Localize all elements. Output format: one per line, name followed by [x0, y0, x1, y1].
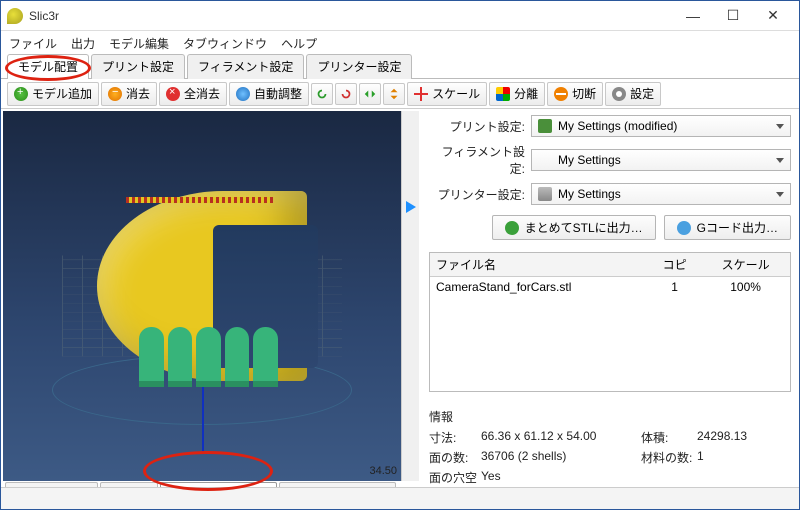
split-label: 分離 [514, 85, 538, 102]
plus-icon [14, 87, 28, 101]
info-header: 情報 [429, 408, 791, 425]
clear-icon [166, 87, 180, 101]
filament-settings-value: My Settings [558, 153, 621, 167]
add-model-label: モデル追加 [32, 85, 92, 102]
print-settings-value: My Settings (modified) [558, 119, 677, 133]
print-settings-select[interactable]: My Settings (modified) [531, 115, 791, 137]
settings-label: 設定 [630, 85, 654, 102]
main-tabs: モデル配置 プリント設定 フィラメント設定 プリンター設定 [1, 55, 799, 79]
materials-label: 材料の数: [641, 449, 697, 466]
dims-value: 66.36 x 61.12 x 54.00 [481, 429, 641, 446]
menu-edit-model[interactable]: モデル編集 [109, 35, 169, 52]
toolbar: モデル追加 消去 全消去 自動調整 スケール 分離 切断 設定 [1, 79, 799, 109]
titlebar: Slic3r — ☐ ✕ [1, 1, 799, 31]
printer-settings-value: My Settings [558, 187, 621, 201]
maximize-button[interactable]: ☐ [713, 2, 753, 30]
cell-file: CameraStand_forCars.stl [430, 277, 648, 298]
export-stl-label: まとめてSTLに出力… [525, 219, 643, 236]
auto-icon [236, 87, 250, 101]
mirror-x-button[interactable] [359, 83, 381, 105]
volume-label: 体積: [641, 429, 697, 446]
minimize-button[interactable]: — [673, 2, 713, 30]
cut-label: 切断 [572, 85, 596, 102]
window-title: Slic3r [29, 9, 673, 23]
dims-label: 寸法: [429, 429, 481, 446]
layer-slider[interactable] [401, 111, 419, 481]
model-table[interactable]: ファイル名 コピ スケール CameraStand_forCars.stl 1 … [429, 252, 791, 392]
volume-value: 24298.13 [697, 429, 791, 446]
auto-arrange-button[interactable]: 自動調整 [229, 82, 309, 106]
cut-button[interactable]: 切断 [547, 82, 603, 106]
scale-icon [414, 87, 428, 101]
model-preview [97, 191, 307, 381]
menubar: ファイル 出力 モデル編集 タブウィンドウ ヘルプ [1, 31, 799, 55]
auto-label: 自動調整 [254, 85, 302, 102]
settings-button[interactable]: 設定 [605, 82, 661, 106]
gear-icon [612, 87, 626, 101]
left-pane: 34.50 3Dモデル配置 2D配置 3D造形プレビュー 2D造形プレビュー [1, 109, 421, 509]
materials-value: 1 [697, 449, 791, 466]
table-row[interactable]: CameraStand_forCars.stl 1 100% [430, 277, 790, 298]
filament-settings-select[interactable]: My Settings [531, 149, 791, 171]
cell-copies: 1 [648, 277, 701, 298]
export-stl-icon [505, 221, 519, 235]
menu-help[interactable]: ヘルプ [281, 35, 317, 52]
print-settings-label: プリント設定: [429, 118, 525, 135]
add-model-button[interactable]: モデル追加 [7, 82, 99, 106]
split-icon [496, 87, 510, 101]
app-icon [7, 8, 23, 24]
export-gcode-label: Gコード出力… [697, 219, 778, 236]
content: 34.50 3Dモデル配置 2D配置 3D造形プレビュー 2D造形プレビュー プ… [1, 109, 799, 509]
export-stl-button[interactable]: まとめてSTLに出力… [492, 215, 656, 240]
clear-label: 全消去 [184, 85, 220, 102]
split-button[interactable]: 分離 [489, 82, 545, 106]
tab-print-settings[interactable]: プリント設定 [91, 54, 185, 79]
faces-label: 面の数: [429, 449, 481, 466]
tab-model-layout[interactable]: モデル配置 [7, 54, 89, 79]
cell-scale: 100% [701, 277, 790, 298]
z-value-label: 34.50 [369, 465, 397, 477]
printer-settings-select[interactable]: My Settings [531, 183, 791, 205]
printer-icon [538, 187, 552, 201]
scale-label: スケール [432, 85, 480, 102]
3d-viewport[interactable]: 34.50 [3, 111, 401, 481]
tab-filament-settings[interactable]: フィラメント設定 [187, 54, 304, 79]
statusbar [1, 487, 799, 509]
tab-printer-settings[interactable]: プリンター設定 [306, 54, 412, 79]
clear-all-button[interactable]: 全消去 [159, 82, 227, 106]
preset-icon [538, 119, 552, 133]
printer-settings-label: プリンター設定: [429, 186, 525, 203]
col-file[interactable]: ファイル名 [430, 253, 648, 277]
rotate-cw-button[interactable] [335, 83, 357, 105]
right-panel: プリント設定: My Settings (modified) フィラメント設定:… [421, 109, 799, 509]
delete-label: 消去 [126, 85, 150, 102]
cut-icon [554, 87, 568, 101]
close-button[interactable]: ✕ [753, 2, 793, 30]
minus-icon [108, 87, 122, 101]
menu-tab-window[interactable]: タブウィンドウ [183, 35, 267, 52]
window-buttons: — ☐ ✕ [673, 2, 793, 30]
export-gcode-button[interactable]: Gコード出力… [664, 215, 791, 240]
menu-output[interactable]: 出力 [71, 35, 95, 52]
rotate-ccw-button[interactable] [311, 83, 333, 105]
delete-button[interactable]: 消去 [101, 82, 157, 106]
mirror-y-button[interactable] [383, 83, 405, 105]
export-gcode-icon [677, 221, 691, 235]
faces-value: 36706 (2 shells) [481, 449, 641, 466]
col-scale[interactable]: スケール [701, 253, 790, 277]
scale-button[interactable]: スケール [407, 82, 487, 106]
menu-file[interactable]: ファイル [9, 35, 57, 52]
slider-thumb[interactable] [406, 201, 416, 213]
col-copies[interactable]: コピ [648, 253, 701, 277]
filament-settings-label: フィラメント設定: [429, 143, 525, 177]
